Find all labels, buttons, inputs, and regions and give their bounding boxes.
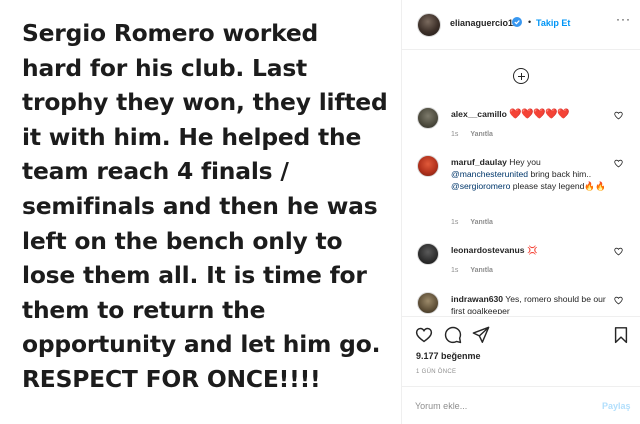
post-comment-button[interactable]: Paylaş [602, 401, 631, 411]
post-text-line: RESPECT FOR ONCE!!!! [22, 364, 321, 393]
reply-button[interactable]: Yanıtla [470, 219, 493, 226]
more-icon[interactable]: ··· [616, 12, 631, 26]
like-comment-heart-icon[interactable] [614, 111, 623, 120]
post-text-line: hard for his club. Last [22, 53, 308, 82]
bookmark-icon[interactable] [612, 326, 630, 344]
post-text-line: semifinals and then he was [22, 191, 378, 220]
post-text-line: lose them all. It is time for [22, 261, 367, 290]
comments-panel: elianaguercio12 • Takip Et ··· alex__cam… [401, 0, 640, 424]
post-header: elianaguercio12 • Takip Et ··· [402, 0, 640, 50]
comment-input[interactable] [415, 398, 585, 414]
comment-text: ❤️❤️❤️❤️❤️ [509, 109, 570, 120]
post-text-line: opportunity and let him go. [22, 330, 381, 359]
post-time[interactable]: 1 GÜN ÖNCE [416, 369, 456, 375]
plus-circle-icon[interactable] [513, 68, 529, 84]
post-text-line: left on the bench only to [22, 226, 343, 255]
follow-button[interactable]: Takip Et [536, 18, 570, 28]
author-username[interactable]: elianaguercio12 [450, 18, 518, 28]
comment-clip: indrawan630 Yes, romero should be our fi… [402, 290, 640, 314]
comment-form: Paylaş [402, 386, 640, 424]
post-text-line: team reach 4 finals / [22, 157, 289, 186]
commenter-avatar[interactable] [417, 107, 439, 129]
comment-text: bring back him.. [530, 168, 592, 179]
post-text-line: it with him. He helped the [22, 122, 362, 151]
comment-text: Hey you [509, 157, 541, 167]
comment-text: please stay legend🔥🔥 [512, 180, 606, 191]
mention-link[interactable]: @manchesterunited [451, 169, 528, 179]
verified-icon [512, 17, 522, 27]
post-text-line: Sergio Romero worked [22, 19, 319, 47]
like-comment-heart-icon[interactable] [614, 247, 623, 256]
mention-link[interactable]: @sergioromero [451, 181, 510, 191]
reply-button[interactable]: Yanıtla [470, 267, 493, 274]
comment-icon[interactable] [444, 326, 462, 344]
comment-time: 1s [451, 131, 459, 138]
comment-time: 1s [451, 267, 459, 274]
separator-dot: • [528, 17, 532, 27]
post-image: Sergio Romero worked hard for his club. … [0, 0, 401, 424]
post-text-line: trophy they won, they lifted [22, 88, 388, 117]
commenter-avatar[interactable] [417, 155, 439, 177]
like-comment-heart-icon[interactable] [614, 296, 623, 305]
comment-username[interactable]: leonardostevanus [451, 245, 525, 255]
post-text: Sergio Romero worked hard for his club. … [22, 16, 394, 397]
comment-text: 💢 [526, 245, 538, 255]
author-avatar[interactable] [417, 13, 441, 37]
commenter-avatar[interactable] [417, 243, 439, 265]
share-icon[interactable] [472, 326, 490, 344]
like-comment-heart-icon[interactable] [614, 159, 623, 168]
post-text-line: them to return the [22, 295, 266, 324]
comment-time: 1s [451, 219, 459, 226]
comment-username[interactable]: indrawan630 [451, 294, 503, 304]
commenter-avatar[interactable] [417, 292, 439, 314]
reply-button[interactable]: Yanıtla [470, 131, 493, 138]
likes-count[interactable]: 9.177 beğenme [416, 351, 481, 361]
comment-username[interactable]: maruf_daulay [451, 157, 507, 167]
heart-icon[interactable] [415, 326, 433, 344]
comment-username[interactable]: alex__camillo [451, 109, 507, 119]
